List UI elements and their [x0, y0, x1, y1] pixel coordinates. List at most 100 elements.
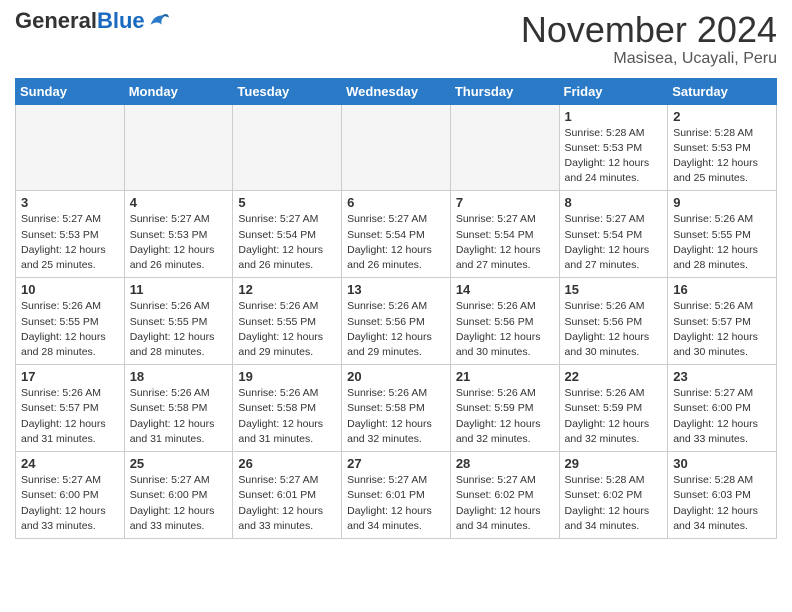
day-number: 6: [347, 195, 445, 210]
day-number: 23: [673, 369, 771, 384]
day-info: Sunrise: 5:26 AM Sunset: 5:57 PM Dayligh…: [21, 386, 119, 447]
day-info: Sunrise: 5:27 AM Sunset: 5:54 PM Dayligh…: [456, 212, 554, 273]
day-number: 21: [456, 369, 554, 384]
day-info: Sunrise: 5:26 AM Sunset: 5:55 PM Dayligh…: [238, 299, 336, 360]
calendar-cell: 25 Sunrise: 5:27 AM Sunset: 6:00 PM Dayli…: [124, 452, 233, 539]
day-info: Sunrise: 5:27 AM Sunset: 5:54 PM Dayligh…: [238, 212, 336, 273]
calendar-cell: 15 Sunrise: 5:26 AM Sunset: 5:56 PM Dayli…: [559, 278, 668, 365]
calendar-cell: 17 Sunrise: 5:26 AM Sunset: 5:57 PM Dayli…: [16, 365, 125, 452]
day-number: 2: [673, 109, 771, 124]
day-number: 29: [565, 456, 663, 471]
calendar-cell: 8 Sunrise: 5:27 AM Sunset: 5:54 PM Daylig…: [559, 191, 668, 278]
weekday-header-tuesday: Tuesday: [233, 78, 342, 104]
day-number: 18: [130, 369, 228, 384]
day-info: Sunrise: 5:27 AM Sunset: 6:01 PM Dayligh…: [238, 473, 336, 534]
weekday-header-monday: Monday: [124, 78, 233, 104]
title-block: November 2024 Masisea, Ucayali, Peru: [521, 10, 777, 68]
day-info: Sunrise: 5:28 AM Sunset: 5:53 PM Dayligh…: [565, 126, 663, 187]
day-info: Sunrise: 5:26 AM Sunset: 5:58 PM Dayligh…: [238, 386, 336, 447]
day-info: Sunrise: 5:27 AM Sunset: 5:53 PM Dayligh…: [130, 212, 228, 273]
day-number: 26: [238, 456, 336, 471]
page: GeneralBlue November 2024 Masisea, Ucaya…: [0, 0, 792, 554]
day-info: Sunrise: 5:27 AM Sunset: 6:00 PM Dayligh…: [673, 386, 771, 447]
calendar-cell: 7 Sunrise: 5:27 AM Sunset: 5:54 PM Daylig…: [450, 191, 559, 278]
calendar-table: SundayMondayTuesdayWednesdayThursdayFrid…: [15, 78, 777, 539]
day-info: Sunrise: 5:27 AM Sunset: 5:54 PM Dayligh…: [565, 212, 663, 273]
day-number: 30: [673, 456, 771, 471]
calendar-cell: 3 Sunrise: 5:27 AM Sunset: 5:53 PM Daylig…: [16, 191, 125, 278]
weekday-header-sunday: Sunday: [16, 78, 125, 104]
day-number: 9: [673, 195, 771, 210]
day-number: 28: [456, 456, 554, 471]
calendar-cell: [233, 104, 342, 191]
calendar-cell: 29 Sunrise: 5:28 AM Sunset: 6:02 PM Dayli…: [559, 452, 668, 539]
day-number: 22: [565, 369, 663, 384]
calendar-cell: 12 Sunrise: 5:26 AM Sunset: 5:55 PM Dayli…: [233, 278, 342, 365]
weekday-header-saturday: Saturday: [668, 78, 777, 104]
day-info: Sunrise: 5:26 AM Sunset: 5:56 PM Dayligh…: [565, 299, 663, 360]
day-info: Sunrise: 5:28 AM Sunset: 6:02 PM Dayligh…: [565, 473, 663, 534]
day-number: 19: [238, 369, 336, 384]
day-number: 12: [238, 282, 336, 297]
calendar-cell: 1Sunrise: 5:28 AM Sunset: 5:53 PM Daylig…: [559, 104, 668, 191]
day-number: 20: [347, 369, 445, 384]
calendar-cell: 14Sunrise: 5:26 AM Sunset: 5:56 PM Dayli…: [450, 278, 559, 365]
day-info: Sunrise: 5:26 AM Sunset: 5:55 PM Dayligh…: [130, 299, 228, 360]
calendar-cell: [16, 104, 125, 191]
day-info: Sunrise: 5:26 AM Sunset: 5:55 PM Dayligh…: [673, 212, 771, 273]
month-title: November 2024: [521, 10, 777, 50]
day-number: 15: [565, 282, 663, 297]
weekday-header-friday: Friday: [559, 78, 668, 104]
calendar-week-row: 3 Sunrise: 5:27 AM Sunset: 5:53 PM Daylig…: [16, 191, 777, 278]
logo-general-text: General: [15, 10, 97, 32]
day-info: Sunrise: 5:26 AM Sunset: 5:59 PM Dayligh…: [565, 386, 663, 447]
day-number: 27: [347, 456, 445, 471]
calendar-header-row: SundayMondayTuesdayWednesdayThursdayFrid…: [16, 78, 777, 104]
calendar-cell: 24Sunrise: 5:27 AM Sunset: 6:00 PM Dayli…: [16, 452, 125, 539]
calendar-cell: 2 Sunrise: 5:28 AM Sunset: 5:53 PM Daylig…: [668, 104, 777, 191]
day-info: Sunrise: 5:26 AM Sunset: 5:56 PM Dayligh…: [347, 299, 445, 360]
day-info: Sunrise: 5:27 AM Sunset: 5:53 PM Dayligh…: [21, 212, 119, 273]
calendar-cell: 9 Sunrise: 5:26 AM Sunset: 5:55 PM Daylig…: [668, 191, 777, 278]
day-number: 10: [21, 282, 119, 297]
calendar-cell: 5 Sunrise: 5:27 AM Sunset: 5:54 PM Daylig…: [233, 191, 342, 278]
location-title: Masisea, Ucayali, Peru: [521, 50, 777, 68]
day-number: 4: [130, 195, 228, 210]
calendar-cell: 22 Sunrise: 5:26 AM Sunset: 5:59 PM Dayli…: [559, 365, 668, 452]
day-info: Sunrise: 5:27 AM Sunset: 6:02 PM Dayligh…: [456, 473, 554, 534]
calendar-cell: 10 Sunrise: 5:26 AM Sunset: 5:55 PM Dayli…: [16, 278, 125, 365]
calendar-cell: 26 Sunrise: 5:27 AM Sunset: 6:01 PM Dayli…: [233, 452, 342, 539]
calendar-cell: 6 Sunrise: 5:27 AM Sunset: 5:54 PM Daylig…: [342, 191, 451, 278]
day-number: 16: [673, 282, 771, 297]
day-info: Sunrise: 5:26 AM Sunset: 5:55 PM Dayligh…: [21, 299, 119, 360]
calendar-cell: [124, 104, 233, 191]
day-number: 17: [21, 369, 119, 384]
day-info: Sunrise: 5:26 AM Sunset: 5:57 PM Dayligh…: [673, 299, 771, 360]
calendar-week-row: 10 Sunrise: 5:26 AM Sunset: 5:55 PM Dayli…: [16, 278, 777, 365]
day-info: Sunrise: 5:26 AM Sunset: 5:58 PM Dayligh…: [347, 386, 445, 447]
logo-bird-icon: [147, 10, 169, 32]
weekday-header-wednesday: Wednesday: [342, 78, 451, 104]
day-info: Sunrise: 5:27 AM Sunset: 6:00 PM Dayligh…: [21, 473, 119, 534]
weekday-header-thursday: Thursday: [450, 78, 559, 104]
day-info: Sunrise: 5:27 AM Sunset: 5:54 PM Dayligh…: [347, 212, 445, 273]
calendar-week-row: 24Sunrise: 5:27 AM Sunset: 6:00 PM Dayli…: [16, 452, 777, 539]
logo: GeneralBlue: [15, 10, 169, 32]
calendar-week-row: 1Sunrise: 5:28 AM Sunset: 5:53 PM Daylig…: [16, 104, 777, 191]
day-number: 7: [456, 195, 554, 210]
day-info: Sunrise: 5:26 AM Sunset: 5:58 PM Dayligh…: [130, 386, 228, 447]
logo-blue-text: Blue: [97, 10, 145, 32]
day-info: Sunrise: 5:27 AM Sunset: 6:01 PM Dayligh…: [347, 473, 445, 534]
calendar-cell: 20 Sunrise: 5:26 AM Sunset: 5:58 PM Dayli…: [342, 365, 451, 452]
day-number: 8: [565, 195, 663, 210]
day-number: 5: [238, 195, 336, 210]
day-number: 11: [130, 282, 228, 297]
day-info: Sunrise: 5:28 AM Sunset: 5:53 PM Dayligh…: [673, 126, 771, 187]
day-info: Sunrise: 5:26 AM Sunset: 5:59 PM Dayligh…: [456, 386, 554, 447]
day-number: 25: [130, 456, 228, 471]
day-info: Sunrise: 5:28 AM Sunset: 6:03 PM Dayligh…: [673, 473, 771, 534]
day-number: 3: [21, 195, 119, 210]
day-number: 14: [456, 282, 554, 297]
day-number: 13: [347, 282, 445, 297]
day-info: Sunrise: 5:27 AM Sunset: 6:00 PM Dayligh…: [130, 473, 228, 534]
